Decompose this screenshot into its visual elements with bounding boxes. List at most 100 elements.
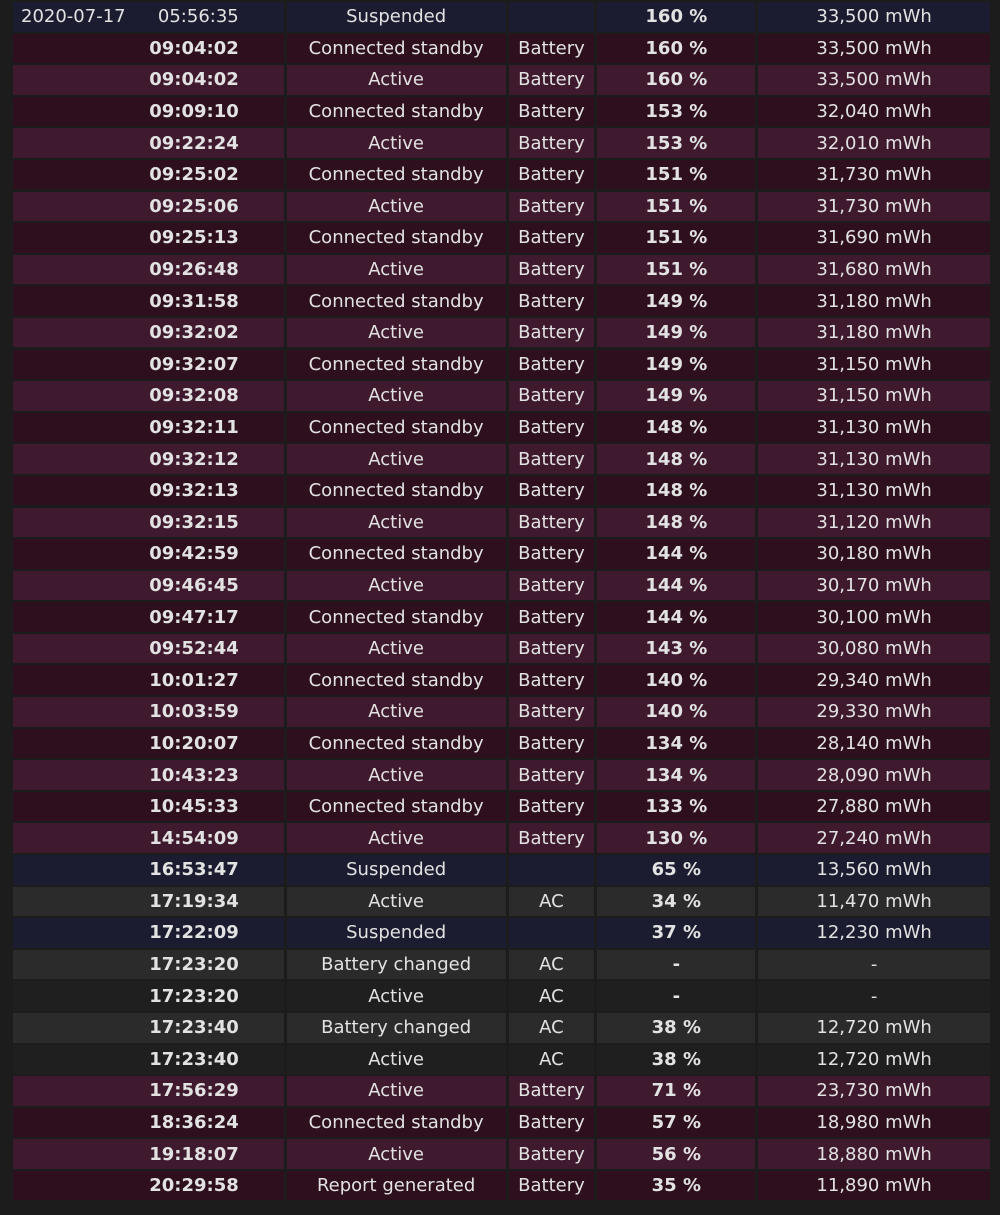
capacity-mwh-cell: - [758, 981, 990, 1011]
state-cell: Active [286, 697, 506, 727]
time-label: 09:25:02 [149, 164, 239, 186]
state-cell: Active [286, 381, 506, 411]
start-time-cell: 09:04:02 [13, 65, 284, 95]
state-cell: Connected standby [286, 412, 506, 443]
source-cell: Battery [508, 223, 595, 253]
state-cell: Active [286, 444, 506, 474]
table-row: 09:22:24 Active Battery 153 % 32,010 mWh [13, 128, 990, 158]
source-cell: Battery [508, 349, 595, 380]
source-cell: AC [508, 1044, 595, 1075]
table-row: 09:04:02 Active Battery 160 % 33,500 mWh [13, 65, 990, 95]
capacity-mwh-cell: 11,890 mWh [758, 1170, 990, 1201]
capacity-percent-cell: 71 % [597, 1076, 756, 1106]
table-row: 19:18:07 Active Battery 56 % 18,880 mWh [13, 1139, 990, 1169]
state-cell: Connected standby [286, 1107, 506, 1138]
capacity-percent-cell: 160 % [597, 33, 756, 64]
state-cell: Active [286, 981, 506, 1011]
capacity-percent-cell: 160 % [597, 65, 756, 95]
source-cell: Battery [508, 33, 595, 64]
table-row: 09:31:58 Connected standby Battery 149 % 31,… [13, 286, 990, 316]
time-label: 09:32:15 [149, 511, 239, 533]
time-label: 09:32:07 [149, 353, 239, 375]
state-cell: Active [286, 507, 506, 537]
capacity-mwh-cell: 12,230 mWh [758, 918, 990, 948]
capacity-percent-cell: 35 % [597, 1170, 756, 1201]
start-time-cell: 17:22:09 [13, 918, 284, 948]
table-row: 10:43:23 Active Battery 134 % 28,090 mWh [13, 760, 990, 790]
capacity-percent-cell: 149 % [597, 286, 756, 316]
start-time-cell: 09:25:06 [13, 191, 284, 222]
capacity-percent-cell: 140 % [597, 665, 756, 695]
time-label: 09:04:02 [149, 37, 239, 59]
capacity-percent-cell: 57 % [597, 1107, 756, 1138]
start-time-cell: 20:29:58 [13, 1170, 284, 1201]
table-row: 16:53:47 Suspended 65 % 13,560 mWh [13, 855, 990, 885]
capacity-percent-cell: 148 % [597, 444, 756, 474]
time-label: 14:54:09 [149, 827, 239, 849]
source-cell: Battery [508, 254, 595, 285]
source-cell: Battery [508, 317, 595, 348]
state-cell: Active [286, 65, 506, 95]
time-label: 17:23:20 [149, 954, 239, 976]
capacity-percent-cell: 149 % [597, 381, 756, 411]
time-label: 10:43:23 [149, 764, 239, 786]
start-time-cell: 09:47:17 [13, 602, 284, 632]
start-time-cell: 17:56:29 [13, 1076, 284, 1106]
table-row: 17:22:09 Suspended 37 % 12,230 mWh [13, 918, 990, 948]
table-row: 09:46:45 Active Battery 144 % 30,170 mWh [13, 570, 990, 601]
table-row: 17:23:40 Battery changed AC 38 % 12,720 mWh [13, 1013, 990, 1043]
capacity-percent-cell: 148 % [597, 507, 756, 537]
table-row: 09:52:44 Active Battery 143 % 30,080 mWh [13, 633, 990, 664]
state-cell: Suspended [286, 2, 506, 32]
state-cell: Active [286, 128, 506, 158]
capacity-percent-cell: 151 % [597, 254, 756, 285]
time-label: 09:22:24 [149, 132, 239, 154]
capacity-percent-cell: 151 % [597, 191, 756, 222]
table-row: 09:25:13 Connected standby Battery 151 % 31,… [13, 223, 990, 253]
time-label: 09:25:06 [149, 195, 239, 217]
table-row: 09:09:10 Connected standby Battery 153 % 32,… [13, 96, 990, 127]
table-row: 09:25:06 Active Battery 151 % 31,730 mWh [13, 191, 990, 222]
start-time-cell: 09:42:59 [13, 539, 284, 569]
capacity-percent-cell: - [597, 981, 756, 1011]
table-row: 09:32:13 Connected standby Battery 148 % 31,… [13, 475, 990, 506]
start-time-cell: 09:25:02 [13, 159, 284, 190]
state-cell: Active [286, 633, 506, 664]
capacity-mwh-cell: 30,170 mWh [758, 570, 990, 601]
start-time-cell: 17:23:40 [13, 1013, 284, 1043]
capacity-mwh-cell: 31,150 mWh [758, 381, 990, 411]
time-label: 09:25:13 [149, 227, 239, 249]
table-row: 17:56:29 Active Battery 71 % 23,730 mWh [13, 1076, 990, 1106]
state-cell: Connected standby [286, 286, 506, 316]
capacity-mwh-cell: 27,880 mWh [758, 791, 990, 822]
capacity-mwh-cell: 31,130 mWh [758, 475, 990, 506]
source-cell: Battery [508, 633, 595, 664]
time-label: 09:52:44 [149, 638, 239, 660]
source-cell: Battery [508, 1076, 595, 1106]
time-label: 17:22:09 [149, 922, 239, 944]
capacity-mwh-cell: 31,130 mWh [758, 412, 990, 443]
capacity-mwh-cell: 33,500 mWh [758, 2, 990, 32]
source-cell: Battery [508, 286, 595, 316]
source-cell: Battery [508, 539, 595, 569]
start-time-cell: 09:32:12 [13, 444, 284, 474]
capacity-percent-cell: - [597, 949, 756, 980]
capacity-mwh-cell: 30,100 mWh [758, 602, 990, 632]
source-cell: Battery [508, 507, 595, 537]
source-cell: Battery [508, 412, 595, 443]
state-cell: Battery changed [286, 1013, 506, 1043]
capacity-mwh-cell: 12,720 mWh [758, 1044, 990, 1075]
capacity-percent-cell: 153 % [597, 128, 756, 158]
state-cell: Suspended [286, 855, 506, 885]
capacity-percent-cell: 65 % [597, 855, 756, 885]
start-time-cell: 10:20:07 [13, 728, 284, 759]
capacity-percent-cell: 130 % [597, 823, 756, 853]
start-time-cell: 10:43:23 [13, 760, 284, 790]
start-time-cell: 16:53:47 [13, 855, 284, 885]
capacity-mwh-cell: 30,080 mWh [758, 633, 990, 664]
source-cell: Battery [508, 760, 595, 790]
capacity-mwh-cell: 31,150 mWh [758, 349, 990, 380]
time-label: 10:03:59 [149, 701, 239, 723]
table-row: 09:32:02 Active Battery 149 % 31,180 mWh [13, 317, 990, 348]
capacity-percent-cell: 133 % [597, 791, 756, 822]
